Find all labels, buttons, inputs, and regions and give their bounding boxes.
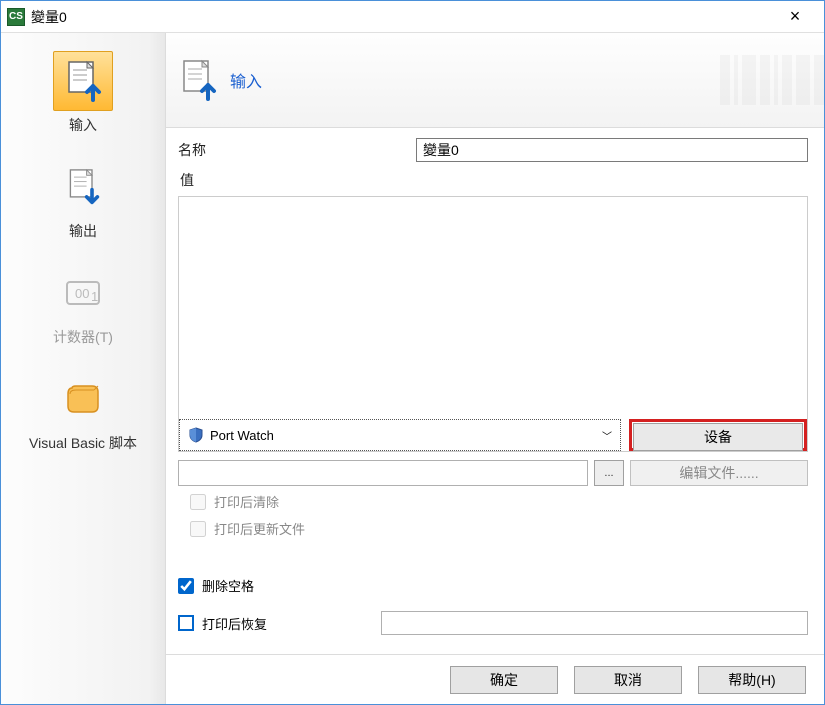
check-update-after-print-box <box>190 521 206 537</box>
sidebar-item-vbs[interactable]: Visual Basic 脚本 <box>1 363 165 463</box>
script-icon <box>53 369 113 429</box>
check-delete-space-label: 删除空格 <box>202 576 254 595</box>
counter-icon: 00 1 <box>53 263 113 323</box>
close-button[interactable]: × <box>772 2 818 32</box>
check-restore-after-print[interactable]: 打印后恢复 <box>178 614 267 633</box>
page-title: 输入 <box>230 68 262 92</box>
input-icon <box>53 51 113 111</box>
device-button[interactable]: 设备 <box>633 423 803 451</box>
value-textarea[interactable] <box>179 197 807 419</box>
sidebar-item-counter-label: 计数器(T) <box>53 327 113 347</box>
ok-button[interactable]: 确定 <box>450 666 558 694</box>
file-path-input[interactable] <box>178 460 588 486</box>
app-icon: CS <box>7 8 25 26</box>
button-bar: 确定 取消 帮助(H) <box>166 654 824 704</box>
sidebar-item-output-label: 输出 <box>69 221 97 241</box>
sidebar-item-output[interactable]: 输出 <box>1 151 165 251</box>
help-button[interactable]: 帮助(H) <box>698 666 806 694</box>
check-clear-after-print-box <box>190 494 206 510</box>
check-update-after-print-label: 打印后更新文件 <box>214 519 305 538</box>
check-delete-space[interactable]: 删除空格 <box>178 576 808 595</box>
main-panel: 输入 名称 值 <box>166 33 824 704</box>
device-button-highlight: 设备 <box>629 419 807 451</box>
value-label: 值 <box>180 170 808 190</box>
sidebar: 输入 输出 00 1 <box>1 33 166 704</box>
header-strip: 输入 <box>166 33 824 128</box>
titlebar: CS 變量0 × <box>1 1 824 33</box>
check-update-after-print: 打印后更新文件 <box>190 519 808 538</box>
source-selected-text: Port Watch <box>210 428 274 443</box>
window-title: 變量0 <box>31 7 772 27</box>
watermark <box>720 33 824 127</box>
source-select[interactable]: Port Watch ﹀ <box>179 419 621 451</box>
check-clear-after-print-label: 打印后清除 <box>214 492 279 511</box>
value-box: Port Watch ﹀ 设备 <box>178 196 808 452</box>
browse-button[interactable]: ... <box>594 460 624 486</box>
restore-input[interactable] <box>381 611 808 635</box>
name-label: 名称 <box>178 140 226 160</box>
check-delete-space-box[interactable] <box>178 578 194 594</box>
check-restore-after-print-box[interactable] <box>178 615 194 631</box>
sidebar-item-input-label: 输入 <box>69 115 97 135</box>
sidebar-item-input[interactable]: 输入 <box>1 45 165 145</box>
edit-file-button: 编辑文件...... <box>630 460 808 486</box>
shield-icon <box>188 427 204 443</box>
cancel-button[interactable]: 取消 <box>574 666 682 694</box>
check-restore-after-print-label: 打印后恢复 <box>202 614 267 633</box>
check-clear-after-print: 打印后清除 <box>190 492 808 511</box>
name-input[interactable] <box>416 138 808 162</box>
svg-text:00: 00 <box>75 286 89 301</box>
svg-text:1: 1 <box>91 289 98 304</box>
sidebar-item-vbs-label: Visual Basic 脚本 <box>29 433 137 453</box>
name-row: 名称 <box>178 138 808 162</box>
header-input-icon <box>176 54 220 106</box>
sidebar-item-counter: 00 1 计数器(T) <box>1 257 165 357</box>
chevron-down-icon: ﹀ <box>602 428 612 443</box>
output-icon <box>53 157 113 217</box>
